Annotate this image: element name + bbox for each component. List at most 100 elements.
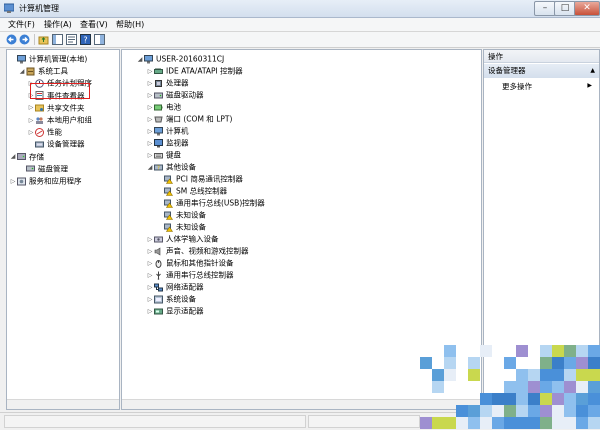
console-tree-item[interactable]: 计算机管理(本地)	[9, 53, 87, 64]
collapsed-arrow-icon[interactable]: ▷	[27, 102, 35, 113]
mosaic-cell	[540, 393, 552, 405]
collapsed-arrow-icon[interactable]: ▷	[146, 138, 154, 149]
device-tree-item[interactable]: ▷ 键盘	[146, 149, 181, 160]
close-button[interactable]: ✕	[574, 1, 600, 16]
mosaic-cell	[528, 393, 540, 405]
menu-action[interactable]: 操作(A)	[44, 19, 72, 30]
mosaic-cell	[528, 417, 540, 429]
expanded-arrow-icon[interactable]: ◢	[9, 151, 17, 162]
device-tree-item[interactable]: ▷ 人体学输入设备	[146, 233, 219, 244]
maximize-button[interactable]: □	[554, 1, 576, 16]
console-tree-icon[interactable]	[52, 34, 63, 45]
mosaic-cell	[588, 369, 600, 381]
device-tree-item[interactable]: ◢? 其他设备	[146, 161, 196, 172]
console-tree-item-label: 系统工具	[38, 66, 68, 76]
device-tree-item-label: 处理器	[166, 78, 189, 88]
minimize-button[interactable]: –	[534, 1, 556, 16]
mosaic-cell	[564, 345, 576, 357]
collapsed-arrow-icon[interactable]: ▷	[146, 258, 154, 269]
expanded-arrow-icon[interactable]: ◢	[136, 54, 144, 65]
device-tree-item[interactable]: 未知设备	[156, 221, 206, 232]
device-tree-item[interactable]: SM 总线控制器	[156, 185, 227, 196]
console-tree-item[interactable]: ▷ 本地用户和组	[27, 114, 92, 125]
collapse-arrow-icon[interactable]: ▲	[590, 64, 595, 78]
device-tree-item[interactable]: ▷ 系统设备	[146, 293, 196, 304]
collapsed-arrow-icon[interactable]: ▷	[146, 78, 154, 89]
console-tree-item[interactable]: ◢ 存储	[9, 151, 44, 162]
mosaic-cell	[552, 405, 564, 417]
collapsed-arrow-icon[interactable]: ▷	[146, 126, 154, 137]
device-tree-item[interactable]: ▷ 计算机	[146, 125, 189, 136]
device-tree-item[interactable]: ▷ 网络适配器	[146, 281, 204, 292]
device-tree-item[interactable]: ▷ 端口 (COM 和 LPT)	[146, 113, 233, 125]
device-tree-item[interactable]: PCI 简易通讯控制器	[156, 173, 243, 184]
mosaic-cell	[564, 405, 576, 417]
console-tree-item[interactable]: ▷ 共享文件夹	[27, 102, 85, 113]
port-icon	[154, 115, 163, 124]
mosaic-cell	[504, 357, 516, 369]
mosaic-cell	[540, 345, 552, 357]
collapsed-arrow-icon[interactable]: ▷	[146, 282, 154, 293]
device-tree-item[interactable]: ▷ 处理器	[146, 77, 189, 88]
device-tree-item[interactable]: ▷ 声音、视频和游戏控制器	[146, 245, 249, 256]
console-tree-item-label: 设备管理器	[47, 139, 85, 149]
properties-icon[interactable]	[66, 34, 77, 45]
collapsed-arrow-icon[interactable]: ▷	[146, 102, 154, 113]
console-tree-item[interactable]: ▷ 服务和应用程序	[9, 175, 82, 186]
actions-section-device-manager[interactable]: 设备管理器 ▲	[484, 64, 599, 78]
collapsed-arrow-icon[interactable]: ▷	[146, 294, 154, 305]
menu-file[interactable]: 文件(F)	[8, 19, 35, 30]
device-tree-item[interactable]: ▷ 监视器	[146, 137, 189, 148]
collapsed-arrow-icon[interactable]: ▷	[146, 114, 154, 125]
left-pane-horizontal-scrollbar[interactable]	[7, 399, 119, 409]
back-arrow-icon[interactable]	[6, 34, 17, 45]
collapsed-arrow-icon[interactable]: ▷	[146, 150, 154, 161]
device-tree-item[interactable]: ◢ USER-20160311CJ	[136, 53, 224, 64]
menu-view[interactable]: 查看(V)	[80, 19, 108, 30]
device-tree-item[interactable]: ▷ IDE ATA/ATAPI 控制器	[146, 65, 243, 76]
console-tree-item[interactable]: ◢ 系统工具	[18, 65, 68, 76]
mosaic-cell	[480, 345, 492, 357]
collapsed-arrow-icon[interactable]: ▷	[27, 115, 35, 126]
menu-help[interactable]: 帮助(H)	[116, 19, 144, 30]
console-tree-item[interactable]: 磁盘管理	[18, 163, 68, 174]
device-tree-item[interactable]: 未知设备	[156, 209, 206, 220]
collapsed-arrow-icon[interactable]: ▷	[9, 176, 17, 187]
device-tree-item-label: PCI 简易通讯控制器	[176, 174, 243, 184]
collapsed-arrow-icon[interactable]: ▷	[146, 66, 154, 77]
collapsed-arrow-icon[interactable]: ▷	[146, 270, 154, 281]
services-icon	[17, 177, 26, 186]
device-tree-item[interactable]: ▷ 电池	[146, 101, 181, 112]
mosaic-cell	[444, 345, 456, 357]
collapsed-arrow-icon[interactable]: ▷	[146, 234, 154, 245]
expanded-arrow-icon[interactable]: ◢	[18, 66, 26, 77]
console-tree-item[interactable]: 设备管理器	[27, 138, 85, 149]
device-tree-item[interactable]: ▷ 通用串行总线控制器	[146, 269, 234, 280]
forward-arrow-icon[interactable]	[19, 34, 30, 45]
device-tree-item[interactable]: 通用串行总线(USB)控制器	[156, 197, 265, 208]
device-tree-item[interactable]: ▷ 磁盘驱动器	[146, 89, 204, 100]
console-tree-item-label: 存储	[29, 152, 44, 162]
mosaic-cell	[588, 417, 600, 429]
expanded-arrow-icon[interactable]: ◢	[146, 162, 154, 173]
mosaic-cell	[576, 393, 588, 405]
mosaic-cell	[552, 357, 564, 369]
performance-icon	[35, 127, 44, 137]
show-action-pane-icon[interactable]	[94, 34, 105, 45]
mosaic-cell	[564, 417, 576, 429]
mosaic-cell	[588, 393, 600, 405]
collapsed-arrow-icon[interactable]: ▷	[146, 90, 154, 101]
title-bar: 计算机管理 – □ ✕	[0, 0, 600, 18]
console-tree-item[interactable]: ▷ 性能	[27, 126, 62, 137]
device-tree-item-label: IDE ATA/ATAPI 控制器	[166, 66, 243, 76]
help-icon[interactable]: ?	[80, 34, 91, 45]
up-folder-icon[interactable]	[38, 34, 49, 45]
console-tree-pane[interactable]: 计算机管理(本地) ◢ 系统工具 ▷ 任务计划程序 ▷ 事件查看器 ▷ 共享文件夹 ▷ 本地用户和组…	[6, 49, 120, 410]
collapsed-arrow-icon[interactable]: ▷	[146, 306, 154, 317]
collapsed-arrow-icon[interactable]: ▷	[27, 127, 35, 138]
collapsed-arrow-icon[interactable]: ▷	[146, 246, 154, 257]
more-actions-link[interactable]: 更多操作	[502, 81, 532, 92]
device-tree-item[interactable]: ▷ 显示适配器	[146, 305, 204, 316]
submenu-arrow-icon[interactable]: ▶	[587, 82, 592, 89]
device-tree-item[interactable]: ▷ 鼠标和其他指针设备	[146, 257, 234, 268]
